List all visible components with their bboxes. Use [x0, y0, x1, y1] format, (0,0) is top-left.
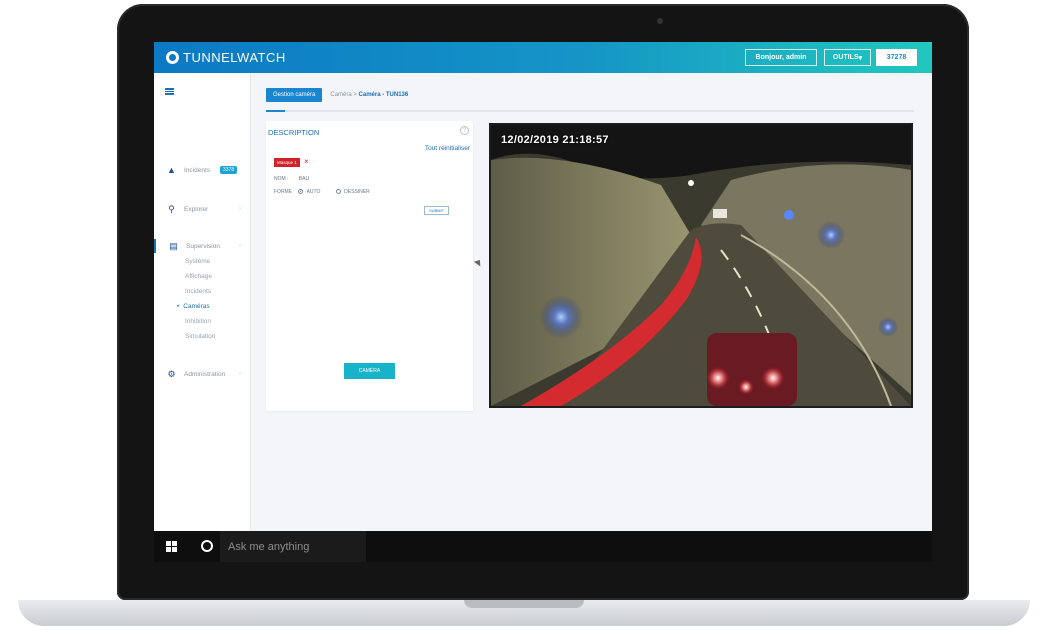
radio-draw-label: DESSINER	[344, 189, 370, 195]
tools-menu-button[interactable]: OUTILS ▾	[824, 49, 871, 66]
name-label: NOM :	[274, 176, 289, 182]
progress-bar	[266, 110, 914, 112]
radio-auto[interactable]	[298, 189, 304, 195]
tools-label: OUTILS	[832, 54, 859, 61]
supervision-submenu: Système Affichage Incidents Caméras Inhi…	[154, 254, 251, 344]
taskbar-search-input[interactable]: Ask me anything	[220, 531, 366, 562]
breadcrumb-path: Caméra > Caméra - TUN136	[330, 92, 408, 98]
caret-down-icon: ▾	[858, 54, 863, 62]
submit-button[interactable]: SUBMIT	[424, 206, 449, 215]
sidebar: ▲ Incidents 3378 ⚲ Explorer › ▤ Supervis…	[154, 73, 251, 531]
shape-label: FORME	[274, 189, 293, 195]
home-icon: ▲	[167, 164, 176, 175]
radio-auto-label: AUTO	[306, 189, 321, 195]
sidebar-item-administration[interactable]: ⚙ Administration ›	[154, 367, 251, 381]
sidebar-label: Incidents	[184, 166, 211, 174]
reset-all-link[interactable]: Tout réinitialiser	[425, 145, 470, 152]
chevron-icon: ›	[239, 371, 241, 377]
video-timestamp: 12/02/2019 21:18:57	[501, 134, 609, 146]
bar-chart-icon: ▤	[169, 240, 178, 251]
menu-icon[interactable]	[165, 88, 174, 95]
stage: TUNNELWATCH Bonjour, admin OUTILS ▾ 37278…	[0, 0, 1048, 636]
mask-tag[interactable]: Masque 1	[274, 158, 300, 167]
submenu-item-simulation[interactable]: Simulation	[154, 329, 251, 344]
user-greeting-button[interactable]: Bonjour, admin	[745, 49, 817, 66]
tab-gestion-camera[interactable]: Gestion caméra	[266, 88, 323, 102]
shape-row: FORME AUTO DESSINER	[274, 189, 370, 195]
brand-logo[interactable]: TUNNELWATCH	[166, 50, 286, 65]
sidebar-label: Administration	[184, 370, 226, 378]
breadcrumb-current: Caméra - TUN136	[358, 92, 409, 98]
sidebar-label: Explorer	[184, 205, 209, 213]
camera-feed[interactable]: 12/02/2019 21:18:57	[489, 123, 913, 408]
brand-ring-icon	[166, 51, 179, 64]
windows-start-icon[interactable]	[166, 541, 177, 552]
help-icon[interactable]: ?	[460, 126, 469, 135]
os-taskbar: Ask me anything	[154, 531, 932, 562]
submenu-item-affichage[interactable]: Affichage	[154, 269, 251, 284]
radio-draw[interactable]	[335, 189, 341, 195]
remove-tag-icon[interactable]: ×	[304, 157, 309, 166]
submenu-item-cameras[interactable]: Caméras	[154, 299, 251, 314]
submenu-item-inhibition[interactable]: Inhibition	[154, 314, 251, 329]
name-value[interactable]: BAU	[299, 176, 309, 182]
webcam	[657, 18, 663, 24]
progress-fill	[266, 110, 286, 112]
submenu-item-incidents[interactable]: Incidents	[154, 284, 251, 299]
counter-button[interactable]: 37278	[876, 49, 917, 66]
incidents-badge: 3378	[220, 166, 238, 174]
sidebar-item-supervision[interactable]: ▤ Supervision ›	[154, 239, 251, 253]
chevron-icon: ›	[239, 243, 241, 249]
app-screen: TUNNELWATCH Bonjour, admin OUTILS ▾ 37278…	[154, 42, 932, 562]
name-row: NOM : BAU	[274, 176, 309, 182]
brand-name: TUNNELWATCH	[183, 50, 286, 65]
sidebar-item-incidents[interactable]: ▲ Incidents 3378	[154, 163, 251, 177]
breadcrumb: Gestion caméra Caméra > Caméra - TUN136	[266, 88, 408, 102]
tunnel-scene	[491, 125, 911, 406]
panel-title: DESCRIPTION	[268, 128, 320, 137]
sidebar-label: Supervision	[186, 242, 220, 250]
gear-icon: ⚙	[167, 368, 176, 379]
laptop-notch	[464, 600, 584, 608]
top-bar: TUNNELWATCH Bonjour, admin OUTILS ▾ 37278	[154, 42, 932, 73]
breadcrumb-prefix[interactable]: Caméra >	[330, 92, 357, 98]
submenu-item-systeme[interactable]: Système	[154, 254, 251, 269]
chevron-icon: ›	[239, 206, 241, 212]
description-panel: DESCRIPTION ? Tout réinitialiser Masque …	[266, 121, 473, 411]
sidebar-item-explorer[interactable]: ⚲ Explorer ›	[154, 202, 251, 216]
search-icon: ⚲	[168, 203, 175, 214]
cortana-icon[interactable]	[201, 540, 213, 552]
camera-button[interactable]: CAMÉRA	[344, 363, 395, 379]
